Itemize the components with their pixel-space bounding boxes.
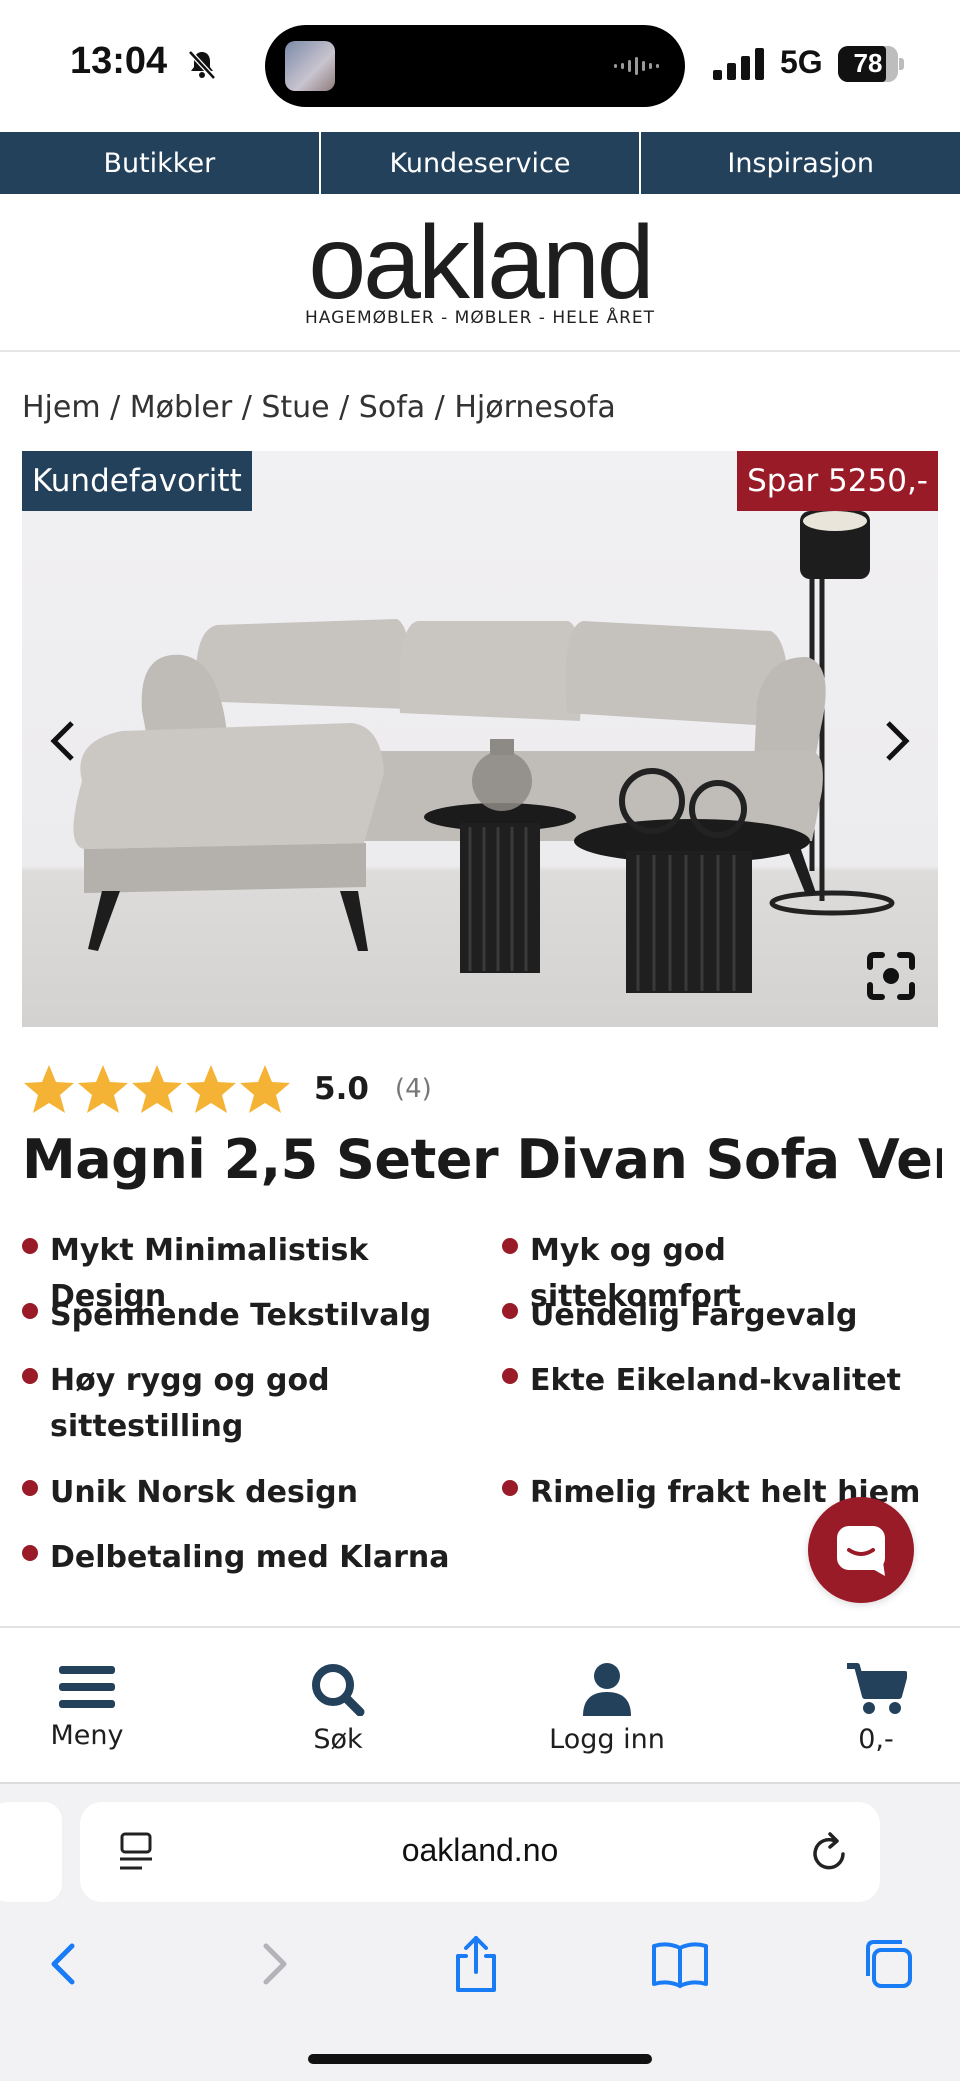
battery-level: 78 xyxy=(853,48,883,78)
nav-search[interactable]: Søk xyxy=(238,1662,438,1755)
previous-tab-preview[interactable] xyxy=(0,1802,62,1902)
logo-tagline: HAGEMØBLER - MØBLER - HELE ÅRET xyxy=(304,308,656,328)
status-bar: 13:04 5G 78 xyxy=(0,0,960,132)
logo-wordmark: oakland xyxy=(308,205,654,321)
star-icon xyxy=(132,1065,182,1113)
feature-item: Delbetaling med Klarna xyxy=(22,1535,492,1581)
search-icon xyxy=(312,1664,365,1716)
nav-search-label: Søk xyxy=(313,1724,363,1755)
star-icon xyxy=(24,1065,74,1113)
customer-favorite-badge: Kundefavoritt xyxy=(22,451,252,511)
top-nav-inspirasjon[interactable]: Inspirasjon xyxy=(641,132,960,194)
tabs-icon[interactable] xyxy=(858,1934,918,1994)
address-bar[interactable]: oakland.no xyxy=(80,1802,880,1902)
cart-icon xyxy=(847,1663,907,1714)
star-icon xyxy=(186,1065,236,1113)
user-icon xyxy=(583,1663,631,1716)
feature-item: Ekte Eikeland-kvalitet xyxy=(502,1358,938,1404)
rating-stars xyxy=(22,1063,292,1115)
star-icon xyxy=(78,1065,128,1113)
feature-item: Unik Norsk design xyxy=(22,1470,492,1516)
url-text: oakland.no xyxy=(401,1832,559,1868)
cart-total: 0,- xyxy=(858,1724,894,1755)
product-image-carousel[interactable]: Kundefavoritt Spar 5250,- xyxy=(22,451,938,1027)
site-logo[interactable]: oakland HAGEMØBLER - MØBLER - HELE ÅRET xyxy=(0,194,960,352)
clock: 13:04 xyxy=(70,40,168,82)
signal-icon xyxy=(713,48,764,80)
discount-badge: Spar 5250,- xyxy=(737,451,938,511)
bottom-app-nav: Meny Søk Logg inn 0,- xyxy=(0,1626,960,1782)
chevron-right-icon[interactable] xyxy=(872,711,922,771)
top-nav-kundeservice[interactable]: Kundeservice xyxy=(321,132,642,194)
bookmarks-icon[interactable] xyxy=(650,1934,710,1994)
back-icon[interactable] xyxy=(34,1934,94,1994)
reload-icon[interactable] xyxy=(810,1830,850,1874)
nav-menu-label: Meny xyxy=(50,1720,124,1751)
battery-icon: 78 xyxy=(838,46,904,82)
chat-icon xyxy=(837,1526,885,1576)
sofa-product-photo xyxy=(73,511,895,993)
browser-toolbar: oakland.no xyxy=(0,1782,960,2081)
share-icon[interactable] xyxy=(446,1934,506,1994)
chat-button[interactable] xyxy=(808,1497,914,1603)
nav-login[interactable]: Logg inn xyxy=(507,1662,707,1755)
feature-item: Uendelig Fargevalg xyxy=(502,1293,938,1339)
home-indicator xyxy=(308,2054,652,2064)
feature-item: Høy rygg og god sittestilling xyxy=(22,1358,352,1450)
product-rating[interactable]: 5.0 (4) xyxy=(22,1060,432,1118)
audio-wave-icon xyxy=(614,57,659,75)
review-count: (4) xyxy=(394,1074,432,1104)
chevron-left-icon[interactable] xyxy=(38,711,88,771)
now-playing-thumbnail xyxy=(285,41,335,91)
breadcrumb[interactable]: Hjem / Møbler / Stue / Sofa / Hjørnesofa xyxy=(22,390,616,425)
top-nav: Butikker Kundeservice Inspirasjon xyxy=(0,132,960,194)
network-type: 5G xyxy=(780,44,823,80)
star-icon xyxy=(240,1065,290,1113)
forward-icon[interactable] xyxy=(244,1934,304,1994)
product-title: Magni 2,5 Seter Divan Sofa Vens... xyxy=(22,1128,942,1191)
rating-score: 5.0 xyxy=(314,1071,369,1107)
zoom-fullscreen-icon[interactable] xyxy=(866,951,916,1001)
menu-icon xyxy=(59,1666,115,1708)
top-nav-butikker[interactable]: Butikker xyxy=(0,132,321,194)
nav-cart[interactable]: 0,- xyxy=(776,1662,960,1755)
bell-muted-icon xyxy=(188,50,216,80)
nav-login-label: Logg inn xyxy=(549,1724,665,1755)
nav-menu[interactable]: Meny xyxy=(0,1662,187,1751)
dynamic-island xyxy=(265,25,685,107)
feature-item: Spennende Tekstilvalg xyxy=(22,1293,492,1339)
